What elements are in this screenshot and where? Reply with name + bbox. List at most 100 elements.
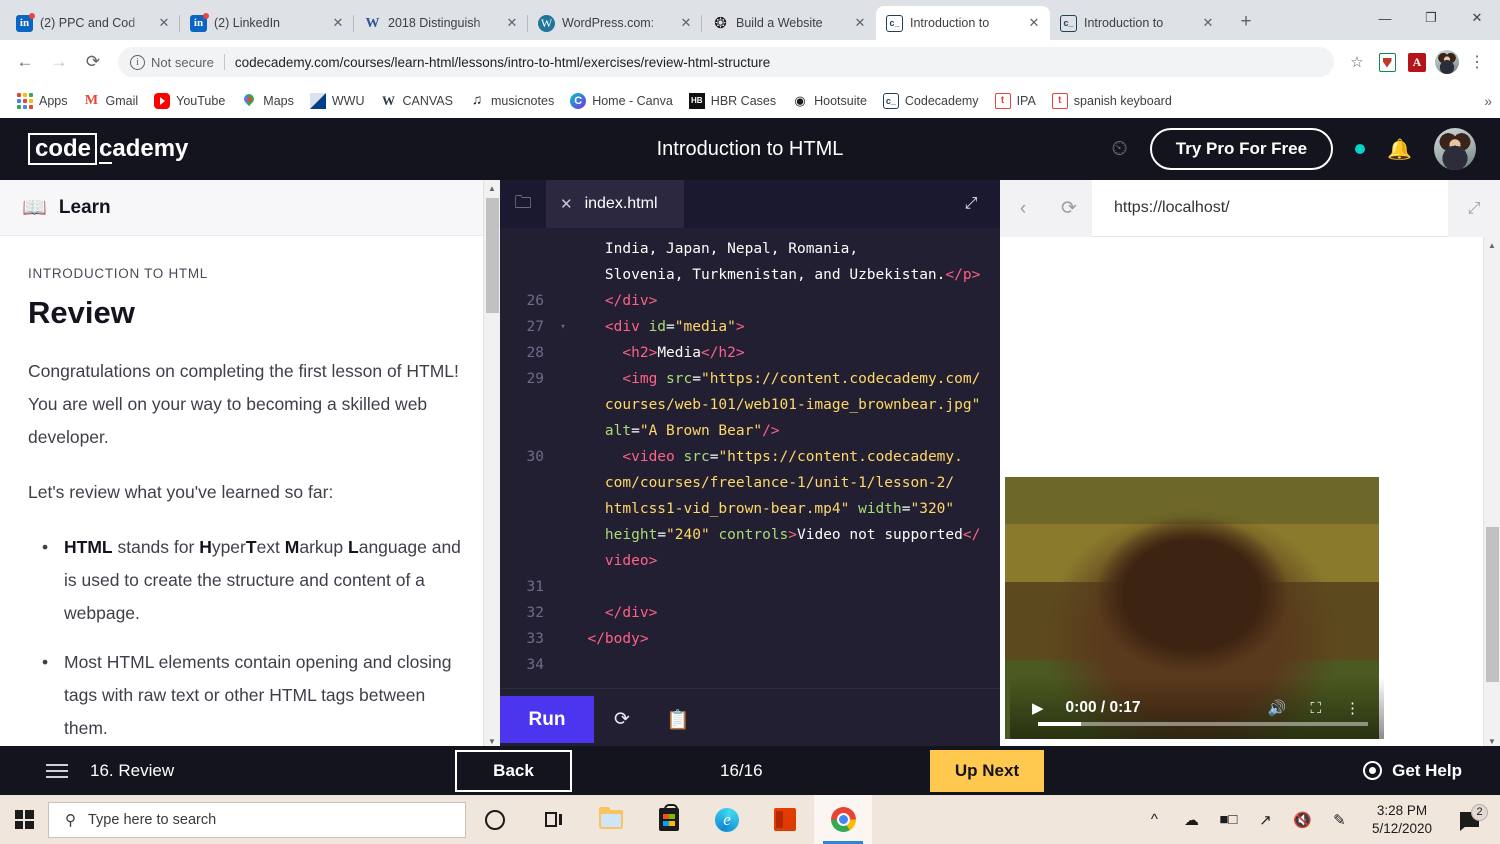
code-line[interactable]: video>: [500, 548, 1000, 574]
fold-toggle-icon[interactable]: [556, 236, 570, 262]
preview-url[interactable]: https://localhost/: [1092, 199, 1448, 217]
minimize-button[interactable]: —: [1362, 0, 1408, 36]
browser-tab[interactable]: W WordPress.com: ✕: [528, 6, 702, 40]
preview-scrollbar[interactable]: ▲ ▼: [1483, 237, 1500, 750]
bookmarks-overflow-icon[interactable]: »: [1484, 93, 1492, 109]
bell-icon[interactable]: 🔔: [1387, 137, 1412, 162]
wifi-icon[interactable]: ↗: [1247, 811, 1284, 829]
bookmark-canva[interactable]: C Home - Canva: [563, 89, 680, 113]
fold-toggle-icon[interactable]: [556, 392, 570, 418]
code-line[interactable]: 31: [500, 574, 1000, 600]
fold-toggle-icon[interactable]: [556, 548, 570, 574]
fold-toggle-icon[interactable]: [556, 626, 570, 652]
save-to-clipboard-icon[interactable]: 📋: [650, 708, 706, 732]
forward-icon[interactable]: →: [44, 47, 74, 77]
bookmark-maps[interactable]: Maps: [234, 89, 301, 113]
scrollbar-thumb[interactable]: [1486, 527, 1499, 682]
code-line[interactable]: alt="A Brown Bear"/>: [500, 418, 1000, 444]
fold-toggle-icon[interactable]: [556, 288, 570, 314]
code-line[interactable]: htmlcss1-vid_brown-bear.mp4" width="320": [500, 496, 1000, 522]
task-view-icon[interactable]: [524, 795, 582, 844]
bookmark-apps[interactable]: Apps: [10, 89, 75, 113]
close-icon[interactable]: ✕: [156, 15, 172, 31]
new-tab-button[interactable]: +: [1232, 9, 1260, 37]
up-next-button[interactable]: Up Next: [930, 749, 1044, 792]
close-icon[interactable]: ✕: [852, 15, 868, 31]
run-button[interactable]: Run: [500, 696, 594, 743]
file-explorer-icon[interactable]: [582, 795, 640, 844]
fold-toggle-icon[interactable]: [556, 522, 570, 548]
bookmark-gmail[interactable]: M Gmail: [77, 89, 146, 113]
action-center-button[interactable]: 2: [1446, 804, 1492, 831]
search-input[interactable]: ⚲ Type here to search: [48, 801, 466, 838]
fold-toggle-icon[interactable]: [556, 262, 570, 288]
cloud-icon[interactable]: ☁: [1173, 811, 1210, 829]
back-button[interactable]: Back: [455, 749, 572, 792]
more-options-icon[interactable]: ⋮: [1345, 699, 1360, 717]
code-line[interactable]: 30 <video src="https://content.codecadem…: [500, 444, 1000, 470]
fold-toggle-icon[interactable]: [556, 444, 570, 470]
bookmark-wwu[interactable]: WWU: [303, 89, 372, 113]
code-line[interactable]: 27 ▾ <div id="media">: [500, 314, 1000, 340]
bookmark-hootsuite[interactable]: ◉ Hootsuite: [785, 89, 874, 113]
brown-bear-video[interactable]: ▶ 0:00 / 0:17 🔊 ⛶ ⋮: [1005, 477, 1384, 739]
close-icon[interactable]: ✕: [678, 15, 694, 31]
reload-icon[interactable]: ⟳: [78, 47, 108, 77]
code-line[interactable]: 28 <h2>Media</h2>: [500, 340, 1000, 366]
file-tab-index-html[interactable]: ✕ index.html: [546, 180, 684, 228]
scroll-up-icon[interactable]: ▲: [1484, 237, 1500, 254]
microsoft-store-icon[interactable]: [640, 795, 698, 844]
extension-icon-1[interactable]: [1374, 49, 1400, 75]
code-line[interactable]: India, Japan, Nepal, Romania,: [500, 236, 1000, 262]
bookmark-musicnotes[interactable]: ♫ musicnotes: [462, 89, 561, 113]
fold-toggle-icon[interactable]: [556, 418, 570, 444]
close-icon[interactable]: ✕: [560, 195, 573, 213]
close-icon[interactable]: ✕: [1026, 15, 1042, 31]
reload-icon[interactable]: ⟳: [1046, 179, 1092, 237]
chevron-left-icon[interactable]: ‹: [1000, 179, 1046, 237]
codecademy-logo[interactable]: code cademy: [28, 133, 188, 165]
code-line[interactable]: height="240" controls>Video not supporte…: [500, 522, 1000, 548]
expand-icon[interactable]: ⤢: [1448, 179, 1500, 237]
bookmark-star-icon[interactable]: ☆: [1344, 49, 1370, 75]
close-icon[interactable]: ✕: [1200, 15, 1216, 31]
edge-icon[interactable]: [698, 795, 756, 844]
fold-toggle-icon[interactable]: [556, 600, 570, 626]
windows-start-icon[interactable]: [0, 810, 48, 829]
browser-tab[interactable]: in (2) LinkedIn ✕: [180, 6, 354, 40]
hamburger-menu-icon[interactable]: [46, 763, 68, 778]
code-line[interactable]: courses/web-101/web101-image_brownbear.j…: [500, 392, 1000, 418]
try-pro-button[interactable]: Try Pro For Free: [1149, 128, 1334, 170]
browser-tab[interactable]: ❂ Build a Website ✕: [702, 6, 876, 40]
code-line[interactable]: 26 </div>: [500, 288, 1000, 314]
fold-toggle-icon[interactable]: [556, 340, 570, 366]
scroll-up-icon[interactable]: ▲: [484, 180, 500, 197]
code-line[interactable]: 34: [500, 652, 1000, 678]
video-progress-bar[interactable]: [1038, 722, 1368, 726]
clock[interactable]: 3:28 PM 5/12/2020: [1358, 802, 1446, 838]
browser-tab[interactable]: in (2) PPC and Cod ✕: [6, 6, 180, 40]
expand-icon[interactable]: ⤢: [942, 195, 1000, 213]
browser-tab-active[interactable]: c_ Introduction to ✕: [876, 6, 1050, 40]
code-line[interactable]: 32 </div>: [500, 600, 1000, 626]
profile-avatar[interactable]: [1434, 49, 1460, 75]
pen-icon[interactable]: ✎: [1321, 811, 1358, 829]
folder-icon[interactable]: 🗀: [500, 190, 546, 219]
bookmark-spanish-keyboard[interactable]: t spanish keyboard: [1045, 89, 1179, 113]
fold-toggle-icon[interactable]: [556, 366, 570, 392]
close-icon[interactable]: ✕: [504, 15, 520, 31]
alarm-clock-icon[interactable]: ⏲: [1111, 137, 1127, 161]
maximize-button[interactable]: ❐: [1408, 0, 1454, 36]
fold-toggle-icon[interactable]: ▾: [556, 314, 570, 340]
learn-scrollbar[interactable]: ▲ ▼: [483, 180, 500, 750]
back-icon[interactable]: ←: [10, 47, 40, 77]
avatar[interactable]: [1434, 128, 1476, 170]
code-line[interactable]: Slovenia, Turkmenistan, and Uzbekistan.<…: [500, 262, 1000, 288]
fold-toggle-icon[interactable]: [556, 496, 570, 522]
bookmark-ipa[interactable]: t IPA: [988, 89, 1043, 113]
adobe-extension-icon[interactable]: A: [1404, 49, 1430, 75]
fold-toggle-icon[interactable]: [556, 574, 570, 600]
code-area[interactable]: India, Japan, Nepal, Romania, Slovenia, …: [500, 228, 1000, 688]
chrome-icon[interactable]: [814, 795, 872, 844]
close-window-button[interactable]: ✕: [1454, 0, 1500, 36]
